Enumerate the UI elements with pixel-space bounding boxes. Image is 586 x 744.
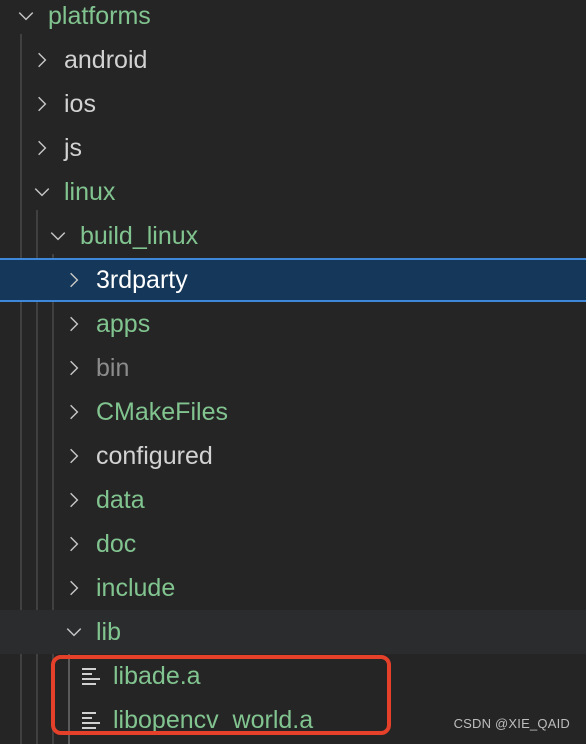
- chevron-right-icon[interactable]: [64, 478, 84, 522]
- chevron-right-icon[interactable]: [64, 434, 84, 478]
- folder-item[interactable]: 3rdparty: [0, 258, 586, 302]
- folder-item[interactable]: android: [0, 38, 586, 82]
- folder-name: build_linux: [80, 222, 199, 250]
- chevron-down-icon[interactable]: [64, 610, 84, 654]
- folder-item[interactable]: build_linux: [0, 214, 586, 258]
- folder-name: js: [64, 134, 83, 162]
- watermark: CSDN @XIE_QAID: [453, 716, 570, 731]
- folder-name: 3rdparty: [96, 266, 188, 294]
- chevron-right-icon[interactable]: [64, 258, 84, 302]
- chevron-right-icon[interactable]: [32, 82, 52, 126]
- folder-item[interactable]: bin: [0, 346, 586, 390]
- folder-item[interactable]: include: [0, 566, 586, 610]
- folder-name: linux: [64, 178, 116, 206]
- folder-item[interactable]: data: [0, 478, 586, 522]
- folder-name: configured: [96, 442, 213, 470]
- folder-item[interactable]: configured: [0, 434, 586, 478]
- chevron-right-icon[interactable]: [64, 566, 84, 610]
- folder-name: data: [96, 486, 145, 514]
- folder-item[interactable]: lib: [0, 610, 586, 654]
- chevron-down-icon[interactable]: [32, 170, 52, 214]
- folder-name: bin: [96, 354, 130, 382]
- folder-name: platforms: [48, 2, 151, 30]
- file-explorer-tree: platforms android ios js linux build_linux 3rd…: [0, 0, 586, 744]
- folder-name: doc: [96, 530, 137, 558]
- folder-name: ios: [64, 90, 96, 118]
- folder-item[interactable]: ios: [0, 82, 586, 126]
- folder-name: lib: [96, 618, 122, 646]
- folder-item[interactable]: CMakeFiles: [0, 390, 586, 434]
- folder-name: android: [64, 46, 148, 74]
- annotation-highlight-box: [51, 655, 391, 735]
- folder-name: CMakeFiles: [96, 398, 228, 426]
- folder-item[interactable]: apps: [0, 302, 586, 346]
- folder-item[interactable]: doc: [0, 522, 586, 566]
- folder-item[interactable]: js: [0, 126, 586, 170]
- folder-item[interactable]: linux: [0, 170, 586, 214]
- chevron-right-icon[interactable]: [64, 522, 84, 566]
- chevron-right-icon[interactable]: [32, 126, 52, 170]
- chevron-right-icon[interactable]: [64, 346, 84, 390]
- chevron-down-icon[interactable]: [48, 214, 68, 258]
- folder-item[interactable]: platforms: [0, 0, 586, 38]
- chevron-right-icon[interactable]: [64, 302, 84, 346]
- chevron-right-icon[interactable]: [32, 38, 52, 82]
- chevron-down-icon[interactable]: [16, 0, 36, 38]
- folder-name: include: [96, 574, 176, 602]
- chevron-right-icon[interactable]: [64, 390, 84, 434]
- folder-name: apps: [96, 310, 151, 338]
